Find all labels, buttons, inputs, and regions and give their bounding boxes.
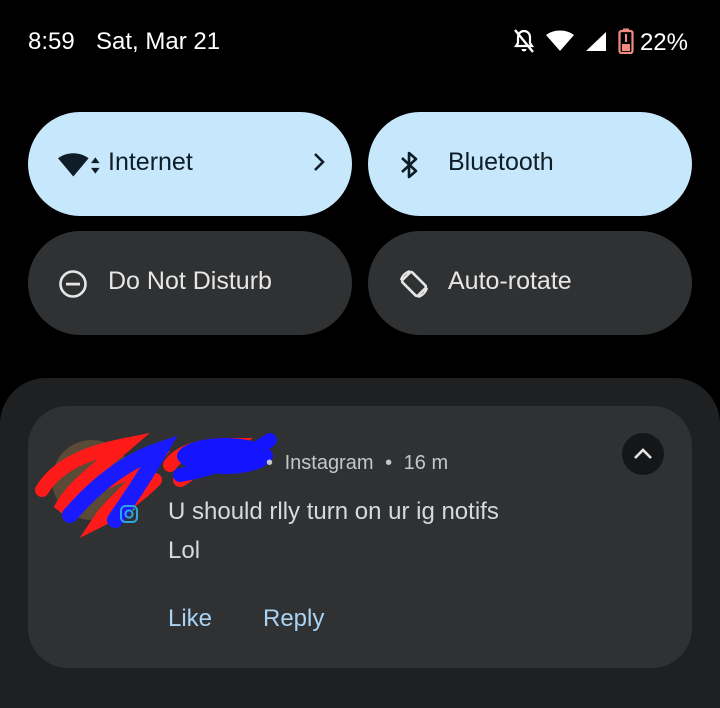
tile-bluetooth[interactable]: Bluetooth	[368, 112, 692, 216]
wifi-icon	[58, 150, 102, 180]
collapse-button[interactable]	[622, 433, 664, 475]
bell-off-icon	[512, 28, 536, 59]
bluetooth-icon	[398, 150, 442, 180]
notification-message: U should rlly turn on ur ig notifs	[168, 498, 499, 525]
reply-button[interactable]: Reply	[263, 605, 324, 633]
tile-label: Bluetooth	[448, 148, 554, 176]
tile-auto-rotate[interactable]: Auto-rotate	[368, 231, 692, 335]
chevron-right-icon	[312, 150, 326, 179]
tile-label: Internet	[108, 148, 193, 176]
dnd-icon	[58, 269, 102, 299]
tile-label: Do Not Disturb	[108, 267, 272, 295]
tile-internet[interactable]: Internet	[28, 112, 352, 216]
notification-message: Lol	[168, 537, 201, 564]
chevron-up-icon	[634, 448, 652, 459]
status-icons: 22%	[512, 28, 688, 58]
like-button[interactable]: Like	[168, 605, 212, 633]
battery-low-icon	[618, 28, 634, 59]
battery-percent: 22%	[639, 29, 688, 56]
tile-label: Auto-rotate	[448, 267, 572, 295]
app-name: Instagram	[284, 452, 374, 474]
notification-header: • Instagram • 16 m	[266, 452, 454, 475]
separator: •	[266, 452, 274, 474]
date: Sat, Mar 21	[96, 28, 221, 55]
separator: •	[385, 452, 393, 474]
notification-card[interactable]	[28, 406, 692, 668]
status-bar: 8:59 Sat, Mar 21 22%	[0, 0, 720, 88]
wifi-icon	[545, 30, 574, 57]
time-ago: 16 m	[403, 452, 449, 474]
tile-do-not-disturb[interactable]: Do Not Disturb	[28, 231, 352, 335]
cell-signal-icon	[584, 30, 608, 57]
clock: 8:59	[28, 28, 75, 55]
instagram-icon	[118, 503, 140, 525]
rotate-icon	[398, 269, 442, 299]
